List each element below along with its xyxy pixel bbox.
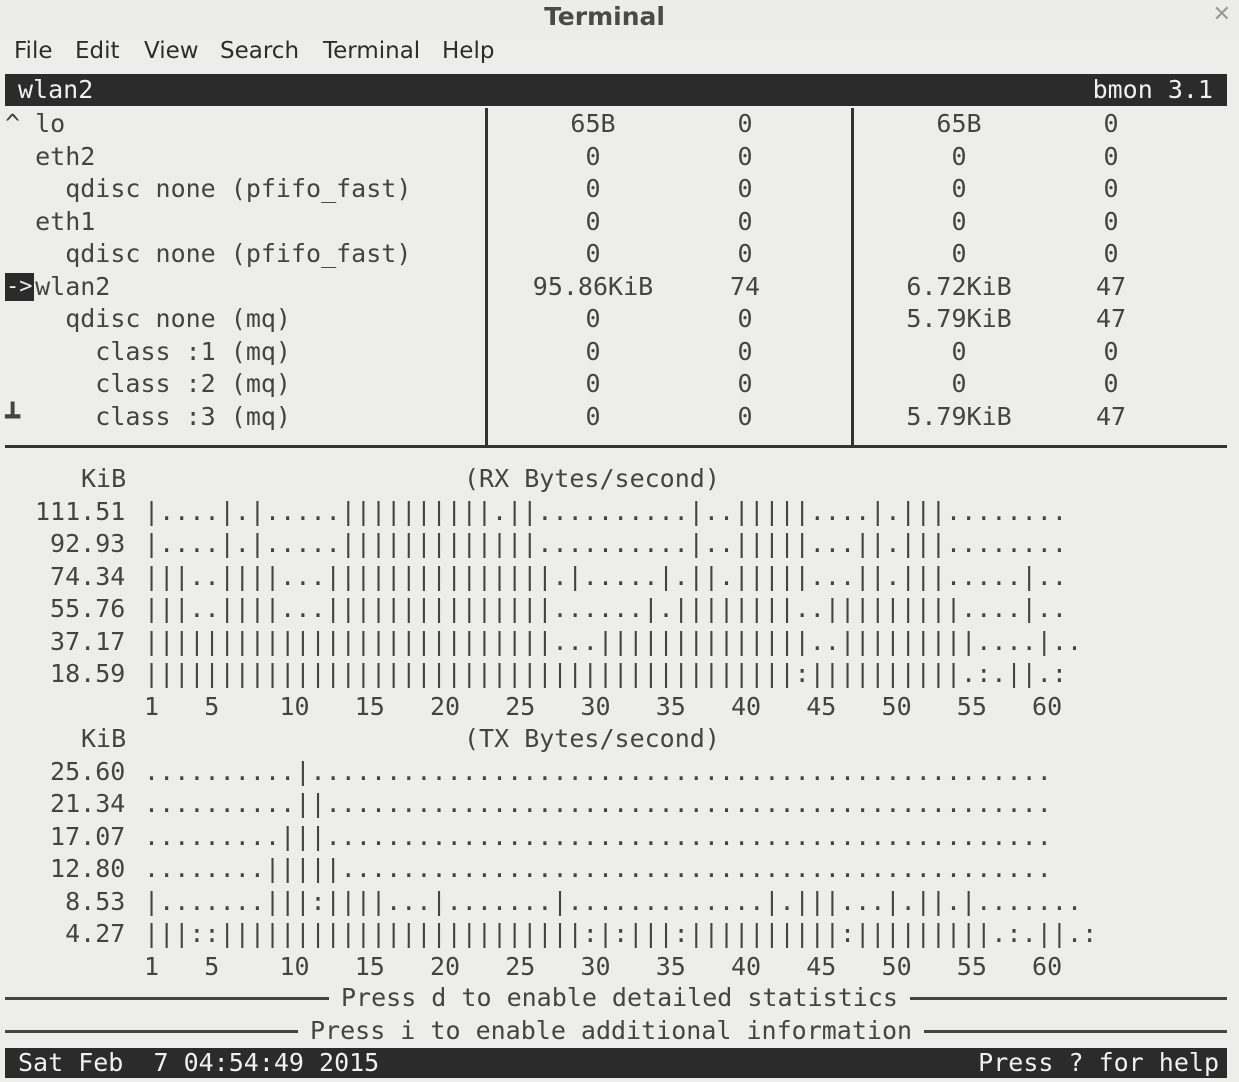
tx-packets: 0 [1103, 369, 1119, 398]
x-axis-labels: 1 5 10 15 20 25 30 35 40 45 50 55 60 [144, 691, 1063, 721]
interface-name: ┻ class :3 (mq) [5, 401, 291, 431]
rx-packets: 0 [737, 369, 753, 398]
interface-header: wlan2 bmon 3.1 [5, 74, 1227, 106]
graph-unit: KiB [81, 464, 127, 493]
graph-bar-row: ........|||||...........................… [144, 854, 1052, 883]
rx-packets: 0 [737, 174, 753, 203]
interface-name: class :1 (mq) [5, 336, 291, 366]
tx-packets: 47 [1095, 271, 1127, 301]
menu-bar: File Edit View Search Terminal Help [0, 34, 1239, 74]
additional-info-message: Press i to enable additional information [298, 1015, 925, 1047]
y-axis-label: 12.80 [35, 854, 126, 883]
y-axis-label: 37.17 [35, 626, 126, 656]
close-icon[interactable]: ✕ [1213, 2, 1231, 27]
interface-row[interactable]: qdisc none (pfifo_fast) 0 0 0 0 [5, 238, 1227, 270]
x-axis-labels: 1 5 10 15 20 25 30 35 40 45 50 55 60 [144, 951, 1063, 981]
interface-row[interactable]: qdisc none (mq) 0 0 5.79KiB 47 [5, 303, 1227, 335]
rx-packets: 0 [737, 401, 753, 431]
graph-bar-row: ||||||||||||||||||||||||||||||||||||||||… [144, 659, 1068, 688]
interface-name: ^ lo [5, 109, 66, 138]
graph-bar-row: .........|||............................… [144, 821, 1052, 851]
interface-row[interactable]: ┻ class :3 (mq) 0 0 5.79KiB 47 [5, 401, 1227, 433]
tx-packets: 0 [1103, 239, 1119, 268]
header-app-version: bmon 3.1 [1092, 75, 1213, 104]
y-axis-label: 8.53 [35, 886, 126, 916]
y-axis-label: 92.93 [35, 529, 126, 558]
graph-bar-row: ..........||............................… [144, 789, 1052, 818]
y-axis-label: 21.34 [35, 789, 126, 818]
interface-name: qdisc none (pfifo_fast) [5, 174, 412, 203]
selected-arrow-icon: -> [5, 272, 34, 301]
interface-name: qdisc none (pfifo_fast) [5, 239, 412, 268]
tx-packets: 0 [1103, 141, 1119, 171]
header-interface: wlan2 [18, 75, 94, 104]
graph-bar-row: |||||||||||||||||||||||||||...||||||||||… [144, 626, 1083, 656]
tx-packets: 0 [1103, 109, 1119, 138]
graph-bar-row: |.......|||:||||...|.......|............… [144, 886, 1083, 916]
interface-row[interactable]: ^ lo 65B 0 65B 0 [5, 108, 1227, 140]
menu-file[interactable]: File [14, 38, 53, 64]
window-title: Terminal [544, 2, 665, 31]
interface-row[interactable]: class :1 (mq) 0 0 0 0 [5, 336, 1227, 368]
graph-bar-row: ..........|.............................… [144, 756, 1052, 786]
column-divider [485, 108, 488, 446]
column-divider [851, 108, 854, 446]
rx-packets: 0 [737, 239, 753, 268]
menu-help[interactable]: Help [442, 38, 494, 64]
y-axis-label: 55.76 [35, 594, 126, 623]
interface-name: eth2 [5, 141, 96, 171]
graph-bar-row: |....|.|.....||||||||||.||..........|..|… [144, 496, 1068, 526]
status-help-hint: Press ? for help [978, 1048, 1219, 1077]
rx-packets: 74 [729, 271, 761, 301]
y-axis-label: 4.27 [35, 919, 126, 948]
terminal-area[interactable]: wlan2 bmon 3.1 ^ lo 65B 0 65B 0 eth2 0 0 0 0 qdi… [5, 74, 1230, 1078]
y-axis-label: 17.07 [35, 821, 126, 851]
y-axis-label: 74.34 [35, 561, 126, 591]
interface-row[interactable]: qdisc none (pfifo_fast) 0 0 0 0 [5, 173, 1227, 205]
interface-row[interactable]: eth1 0 0 0 0 [5, 206, 1227, 238]
graph-bar-row: |....|.|.....|||||||||||||..........|..|… [144, 529, 1068, 558]
graph-bar-row: |||::||||||||||||||||||||||||:|:|||:||||… [144, 919, 1098, 948]
interface-row[interactable]: eth2 0 0 0 0 [5, 141, 1227, 173]
status-datetime: Sat Feb 7 04:54:49 2015 [18, 1048, 380, 1077]
tx-packets: 0 [1103, 206, 1119, 236]
interface-row[interactable]: class :2 (mq) 0 0 0 0 [5, 368, 1227, 400]
tx-packets: 0 [1103, 174, 1119, 203]
interface-name: eth1 [5, 206, 96, 236]
window-titlebar: Terminal ✕ [0, 0, 1239, 34]
detailed-stats-message: Press d to enable detailed statistics [329, 982, 910, 1014]
tx-packets: 47 [1095, 401, 1127, 431]
interface-name: wlan2 [5, 271, 111, 301]
graph-title: (TX Bytes/second) [464, 724, 720, 753]
graph-bar-row: |||..||||...|||||||||||||||......|.|||||… [144, 594, 1068, 623]
section-divider [5, 445, 1227, 448]
interface-row[interactable]: wlan2 -> 95.86KiB 74 6.72KiB 47 [5, 271, 1227, 303]
graph-bar-row: |||..||||...|||||||||||||||.|.....|.||.|… [144, 561, 1068, 591]
tx-packets: 47 [1095, 304, 1127, 333]
graph-unit: KiB [81, 724, 127, 753]
y-axis-label: 111.51 [35, 496, 126, 526]
tx-packets: 0 [1103, 336, 1119, 366]
rx-packets: 0 [737, 206, 753, 236]
menu-search[interactable]: Search [220, 38, 299, 64]
rx-packets: 0 [737, 336, 753, 366]
y-axis-label: 25.60 [35, 756, 126, 786]
rx-packets: 0 [737, 304, 753, 333]
graph-title: (RX Bytes/second) [464, 464, 720, 493]
y-axis-label: 18.59 [35, 659, 126, 688]
menu-view[interactable]: View [144, 38, 199, 64]
rx-packets: 0 [737, 109, 753, 138]
menu-edit[interactable]: Edit [75, 38, 120, 64]
status-bar: Sat Feb 7 04:54:49 2015 Press ? for help [5, 1048, 1227, 1078]
interface-name: class :2 (mq) [5, 369, 291, 398]
rx-packets: 0 [737, 141, 753, 171]
interface-name: qdisc none (mq) [5, 304, 291, 333]
menu-terminal[interactable]: Terminal [323, 38, 420, 64]
